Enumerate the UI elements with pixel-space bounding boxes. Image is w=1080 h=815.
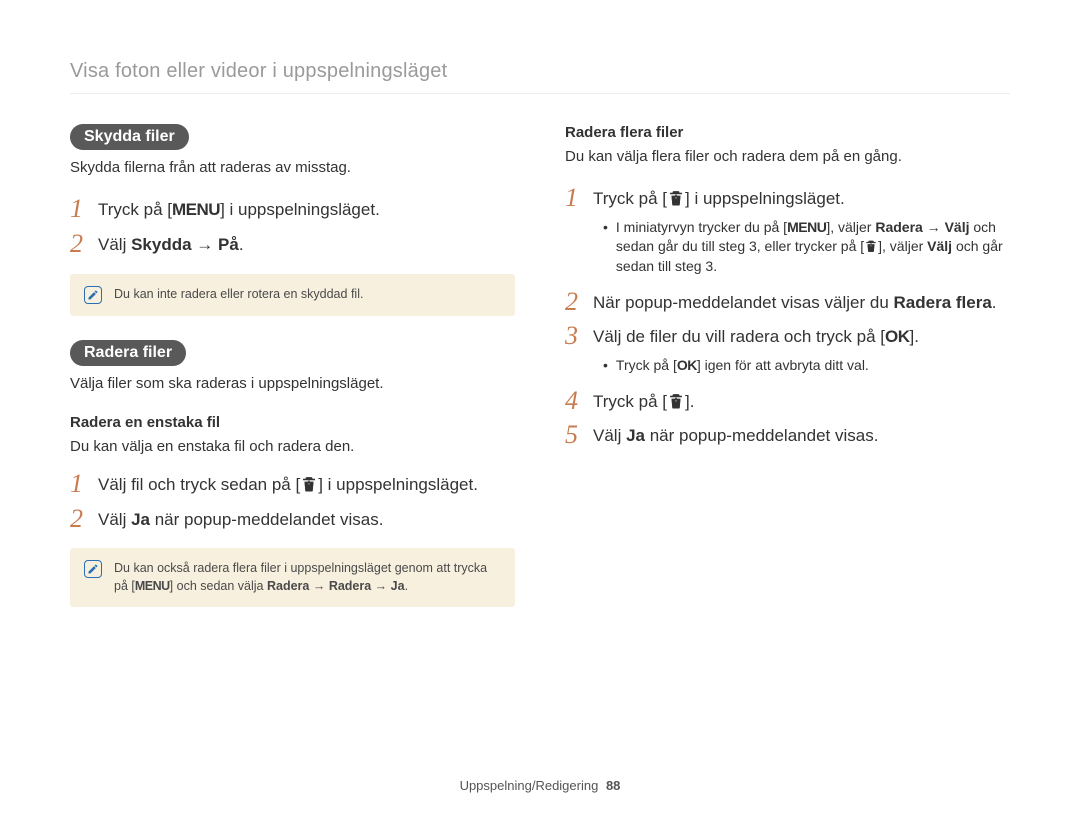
trash-icon bbox=[864, 239, 878, 253]
protect-intro: Skydda filerna från att raderas av misst… bbox=[70, 158, 515, 178]
delete-multi-intro: Du kan välja flera filer och radera dem … bbox=[565, 147, 1010, 167]
delete-single-intro: Du kan välja en enstaka fil och radera d… bbox=[70, 437, 515, 457]
trash-icon bbox=[667, 392, 685, 410]
step-number: 2 bbox=[565, 289, 593, 315]
trash-icon bbox=[300, 475, 318, 493]
breadcrumb: Visa foton eller videor i uppspelningslä… bbox=[70, 60, 1010, 83]
multi-step-5: Välj Ja när popup-meddelandet visas. bbox=[593, 424, 878, 449]
multi-step-2: När popup-meddelandet visas väljer du Ra… bbox=[593, 291, 997, 316]
step-number: 3 bbox=[565, 323, 593, 349]
protect-step-1: Tryck på [MENU] i uppspelningsläget. bbox=[98, 198, 380, 223]
delete-single-step-2: Välj Ja när popup-meddelandet visas. bbox=[98, 508, 383, 533]
divider bbox=[70, 93, 1010, 94]
multi-step-3-sub: Tryck på [OK] igen för att avbryta ditt … bbox=[593, 356, 919, 376]
multi-step-1: Tryck på [] i uppspelningsläget. I minia… bbox=[593, 187, 1010, 280]
note-icon bbox=[84, 286, 102, 304]
note-text: Du kan inte radera eller rotera en skydd… bbox=[114, 286, 363, 304]
step-number: 2 bbox=[70, 231, 98, 257]
delete-intro: Välja filer som ska raderas i uppspelnin… bbox=[70, 374, 515, 394]
note-text: Du kan också radera flera filer i uppspe… bbox=[114, 560, 501, 595]
section-pill-delete: Radera filer bbox=[70, 340, 186, 366]
step-number: 2 bbox=[70, 506, 98, 532]
note-protect: Du kan inte radera eller rotera en skydd… bbox=[70, 274, 515, 316]
delete-single-heading: Radera en enstaka fil bbox=[70, 414, 515, 431]
section-pill-protect: Skydda filer bbox=[70, 124, 189, 150]
step-number: 4 bbox=[565, 388, 593, 414]
menu-key: MENU bbox=[172, 200, 220, 219]
delete-single-step-1: Välj fil och tryck sedan på [] i uppspel… bbox=[98, 473, 478, 498]
multi-step-1-sub: I miniatyrvyn trycker du på [MENU], välj… bbox=[593, 218, 1010, 277]
trash-icon bbox=[667, 189, 685, 207]
note-icon bbox=[84, 560, 102, 578]
step-number: 1 bbox=[565, 185, 593, 211]
delete-multi-heading: Radera flera filer bbox=[565, 124, 1010, 141]
step-number: 1 bbox=[70, 471, 98, 497]
step-number: 5 bbox=[565, 422, 593, 448]
multi-step-3: Välj de filer du vill radera och tryck p… bbox=[593, 325, 919, 379]
page-footer: Uppspelning/Redigering 88 bbox=[0, 778, 1080, 793]
multi-step-4: Tryck på []. bbox=[593, 390, 694, 415]
protect-step-2: Välj Skydda → På. bbox=[98, 233, 244, 258]
step-number: 1 bbox=[70, 196, 98, 222]
note-delete: Du kan också radera flera filer i uppspe… bbox=[70, 548, 515, 607]
